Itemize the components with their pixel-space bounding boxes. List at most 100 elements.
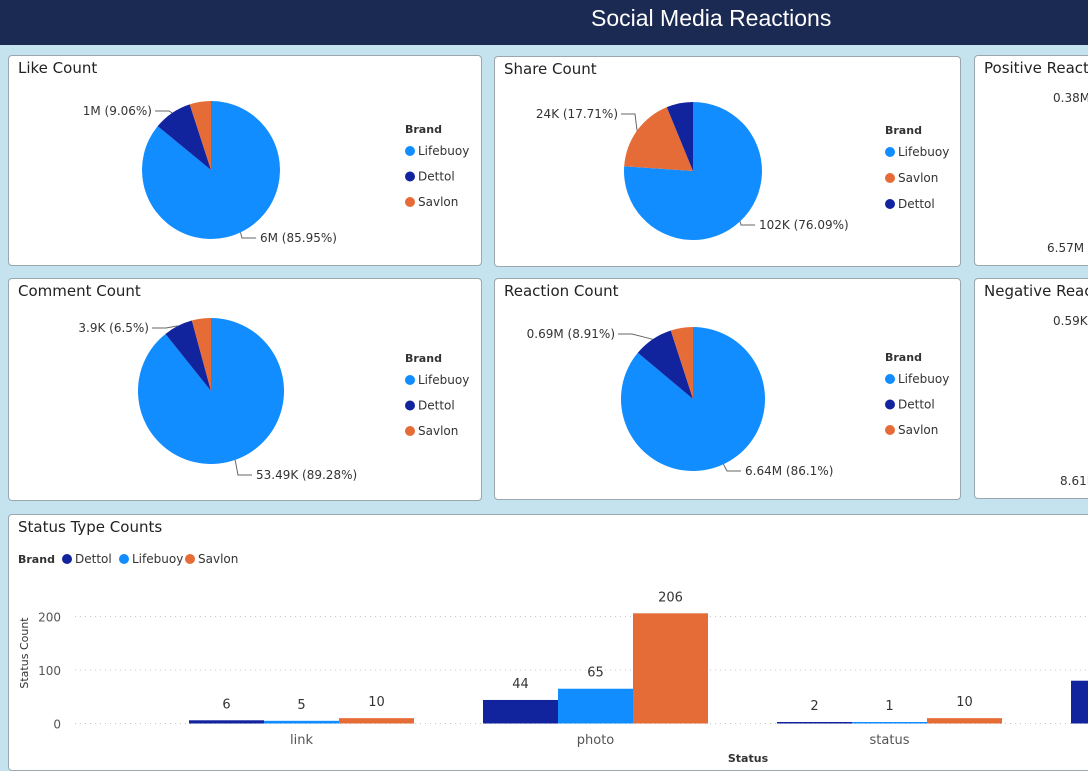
legend-title: Brand xyxy=(885,124,922,137)
bar-dettol-photo xyxy=(483,699,558,724)
legend-label-dettol: Dettol xyxy=(898,398,935,412)
reaction-count-pie-chart: 0.69M (8.91%) 6.64M (86.1%) Brand Lifebuoy D… xyxy=(527,327,949,478)
legend-marker-dettol xyxy=(885,199,895,209)
legend-marker-lifebuoy xyxy=(885,147,895,157)
legend-label-dettol: Dettol xyxy=(898,197,935,211)
legend-label-lifebuoy: Lifebuoy xyxy=(418,144,469,158)
bar-value-label: 10 xyxy=(368,695,385,710)
bar-lifebuoy-status xyxy=(852,722,927,724)
legend-marker-savlon xyxy=(185,554,195,564)
legend-label-savlon: Savlon xyxy=(418,195,458,209)
x-tick-label-photo: photo xyxy=(577,733,615,748)
leader-line-lifebuoy xyxy=(239,232,256,239)
legend-title: Brand xyxy=(885,351,922,364)
comment-count-card[interactable]: Comment Count 3.9K (6.5%) 53.49K (89.28%)… xyxy=(8,278,482,501)
legend-label-savlon: Savlon xyxy=(198,552,238,566)
negative-reaction-title: Negative Reac xyxy=(984,282,1088,300)
legend-label-dettol: Dettol xyxy=(418,399,455,413)
positive-reaction-card[interactable]: Positive Reacti 0.38M 6.57M xyxy=(974,55,1088,266)
legend-title: Brand xyxy=(405,352,442,365)
bar-savlon-status xyxy=(927,718,1002,724)
bar-value-label: 5 xyxy=(297,698,305,713)
data-label-lifebuoy: 6.64M (86.1%) xyxy=(745,464,833,478)
leader-line-dettol xyxy=(618,333,653,340)
comment-count-pie-chart: 3.9K (6.5%) 53.49K (89.28%) Brand Lifebuoy D… xyxy=(78,318,469,482)
status-type-bar-chart: 0100200Status CountStatus6 5 10link4465206… xyxy=(18,552,1088,765)
bar-value-label: 44 xyxy=(512,677,529,692)
bar-dettol-partial xyxy=(1071,680,1088,724)
status-type-card[interactable]: Status Type Counts 0 100 200 Status Count St… xyxy=(8,514,1088,771)
share-count-title: Share Count xyxy=(504,60,597,78)
like-count-title: Like Count xyxy=(18,59,98,77)
legend-label-savlon: Savlon xyxy=(418,424,458,438)
legend-marker-lifebuoy xyxy=(405,375,415,385)
leader-line-lifebuoy xyxy=(723,464,741,472)
bar-dettol-link xyxy=(189,720,264,724)
like-count-card[interactable]: Like Count 1M (9.06%) 6M (85.95%) Brand Lif… xyxy=(8,55,482,266)
share-count-card[interactable]: Share Count 24K (17.71%) 102K (76.09%) Bra… xyxy=(494,56,961,267)
positive-label-bottom: 6.57M xyxy=(1047,241,1084,255)
data-label-dettol: 1M (9.06%) xyxy=(83,104,152,118)
positive-reaction-chart: 0.38M 6.57M xyxy=(1047,91,1088,255)
page-title: Social Media Reactions xyxy=(591,5,832,31)
legend-label-savlon: Savlon xyxy=(898,171,938,185)
data-label-lifebuoy: 53.49K (89.28%) xyxy=(256,468,357,482)
legend-label-savlon: Savlon xyxy=(898,423,938,437)
reaction-count-title: Reaction Count xyxy=(504,282,619,300)
bar-value-label: 10 xyxy=(956,695,973,710)
comment-count-title: Comment Count xyxy=(18,282,141,300)
bar-value-label: 2 xyxy=(810,699,818,714)
x-tick-label-status: status xyxy=(870,733,910,748)
negative-label-top: 0.59K xyxy=(1053,314,1088,328)
bar-value-label: 65 xyxy=(587,666,604,681)
legend-marker-dettol xyxy=(62,554,72,564)
legend-marker-lifebuoy xyxy=(119,554,129,564)
leader-line-lifebuoy xyxy=(234,459,252,476)
like-count-pie-chart: 1M (9.06%) 6M (85.95%) Brand Lifebuoy Dettol… xyxy=(83,101,469,245)
legend-marker-dettol xyxy=(405,400,415,411)
leader-line-savlon xyxy=(621,113,638,131)
y-tick-label: 200 xyxy=(38,611,61,625)
bar-savlon-link xyxy=(339,718,414,724)
legend-marker-dettol xyxy=(885,399,895,410)
bar-value-label: 1 xyxy=(885,699,893,714)
legend-marker-lifebuoy xyxy=(405,146,415,156)
legend-label-lifebuoy: Lifebuoy xyxy=(898,145,949,159)
negative-reaction-chart: 0.59K 8.61I xyxy=(1053,314,1088,488)
status-type-title: Status Type Counts xyxy=(18,518,163,536)
reaction-count-card[interactable]: Reaction Count 0.69M (8.91%) 6.64M (86.1%… xyxy=(494,278,961,500)
y-axis-label: Status Count xyxy=(18,617,31,689)
legend-label-lifebuoy: Lifebuoy xyxy=(132,552,183,566)
header-bar: Social Media Reactions xyxy=(0,0,1088,45)
leader-line-dettol xyxy=(155,110,173,114)
y-tick-label: 0 xyxy=(53,718,61,732)
legend-label-lifebuoy: Lifebuoy xyxy=(898,372,949,386)
legend-marker-savlon xyxy=(405,197,415,207)
share-count-pie-chart: 24K (17.71%) 102K (76.09%) Brand Lifebuoy Sa… xyxy=(536,102,949,241)
legend-marker-savlon xyxy=(885,425,895,435)
bar-lifebuoy-link xyxy=(264,720,339,724)
data-label-lifebuoy: 6M (85.95%) xyxy=(260,231,337,245)
x-tick-label-link: link xyxy=(290,733,313,748)
negative-reaction-card[interactable]: Negative Reac 0.59K 8.61I xyxy=(974,278,1088,499)
data-label-dettol: 0.69M (8.91%) xyxy=(527,327,615,341)
bar-dettol-status xyxy=(777,722,852,724)
legend-label-dettol: Dettol xyxy=(418,170,455,184)
y-tick-label: 100 xyxy=(38,664,61,678)
positive-label-top: 0.38M xyxy=(1053,91,1088,105)
legend-marker-lifebuoy xyxy=(885,374,895,384)
legend-label-dettol: Dettol xyxy=(75,552,112,566)
data-label-lifebuoy: 102K (76.09%) xyxy=(759,218,849,232)
legend-title: Brand xyxy=(18,553,55,566)
data-label-dettol: 3.9K (6.5%) xyxy=(78,321,149,335)
negative-label-bottom: 8.61I xyxy=(1060,474,1088,488)
bar-value-label: 6 xyxy=(222,697,230,712)
legend-label-lifebuoy: Lifebuoy xyxy=(418,373,469,387)
legend-marker-savlon xyxy=(885,173,895,183)
legend-marker-savlon xyxy=(405,426,415,436)
legend-title: Brand xyxy=(405,123,442,136)
leader-line-dettol xyxy=(152,325,179,329)
positive-reaction-title: Positive Reacti xyxy=(984,59,1088,77)
leader-line-lifebuoy xyxy=(739,221,755,226)
legend-marker-dettol xyxy=(405,171,415,182)
